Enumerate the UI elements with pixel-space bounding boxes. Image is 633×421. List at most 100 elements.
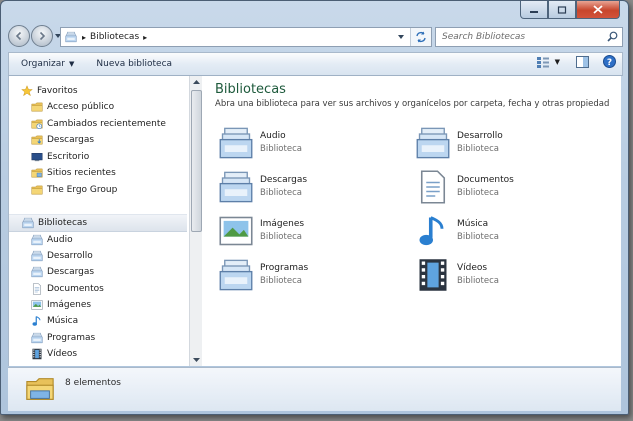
- organize-label: Organizar: [21, 59, 65, 69]
- videos-icon: [415, 257, 451, 293]
- breadcrumb-separator[interactable]: ▸: [82, 33, 86, 42]
- forward-button[interactable]: [31, 25, 53, 47]
- new-library-label: Nueva biblioteca: [96, 59, 173, 69]
- maximize-button[interactable]: [548, 1, 576, 19]
- tree-item-label: Música: [47, 316, 79, 326]
- tree-item-musica[interactable]: Música: [31, 313, 78, 329]
- explorer-window: ▸ Bibliotecas ▸ Search Bibliotecas Organ…: [0, 0, 629, 415]
- tree-item-videos[interactable]: Vídeos: [31, 346, 77, 362]
- scrollbar-thumb[interactable]: [191, 90, 202, 232]
- library-icon: [31, 234, 43, 246]
- library-icon: [218, 125, 254, 161]
- tree-item-acceso-publico[interactable]: Acceso público: [31, 99, 114, 115]
- libraries-large-icon: [23, 374, 57, 404]
- breadcrumb-separator[interactable]: ▸: [143, 33, 147, 42]
- preview-pane-icon: [576, 55, 589, 68]
- organize-button[interactable]: Organizar ▼: [21, 59, 74, 69]
- chevron-down-icon: ▼: [69, 60, 75, 68]
- library-icon: [31, 250, 43, 262]
- chevron-down-icon[interactable]: ▼: [555, 58, 560, 66]
- tree-item-audio[interactable]: Audio: [31, 232, 73, 248]
- details-pane: 8 elementos: [8, 367, 621, 411]
- navigation-scrollbar[interactable]: [189, 76, 202, 366]
- library-type: Biblioteca: [260, 276, 302, 286]
- library-tile-descargas[interactable]: Descargas Biblioteca: [218, 169, 408, 205]
- library-tile-documentos[interactable]: Documentos Biblioteca: [415, 169, 605, 205]
- library-type: Biblioteca: [260, 232, 302, 242]
- tree-item-label: The Ergo Group: [47, 185, 118, 195]
- refresh-icon: [416, 31, 426, 43]
- library-tile-audio[interactable]: Audio Biblioteca: [218, 125, 408, 161]
- content-pane: Bibliotecas Abra una biblioteca para ver…: [202, 76, 621, 366]
- library-tile-musica[interactable]: Música Biblioteca: [415, 213, 605, 249]
- close-icon: [593, 5, 603, 14]
- tree-item-desarrollo[interactable]: Desarrollo: [31, 248, 93, 264]
- tree-item-descargas[interactable]: Descargas: [31, 264, 94, 280]
- library-icon: [415, 125, 451, 161]
- library-name: Programas: [260, 263, 309, 273]
- help-icon: ?: [603, 55, 616, 68]
- downloads-folder-icon: [31, 134, 43, 146]
- tree-favorites[interactable]: Favoritos: [21, 83, 78, 99]
- library-name: Vídeos: [457, 263, 488, 273]
- minimize-icon: [530, 10, 538, 13]
- change-view-button[interactable]: ▼: [536, 56, 560, 68]
- scroll-down-button[interactable]: [190, 354, 202, 366]
- library-type: Biblioteca: [260, 188, 302, 198]
- pictures-icon: [218, 213, 254, 249]
- tree-bibliotecas[interactable]: Bibliotecas: [9, 214, 187, 232]
- tree-item-label: Audio: [47, 235, 73, 245]
- tree-item-the-ergo-group[interactable]: The Ergo Group: [31, 182, 117, 198]
- caption-buttons: [520, 1, 620, 19]
- tree-item-escritorio[interactable]: Escritorio: [31, 149, 89, 165]
- tree-item-imagenes[interactable]: Imágenes: [31, 297, 91, 313]
- library-name: Documentos: [457, 175, 514, 185]
- tree-item-label: Imágenes: [47, 300, 92, 310]
- tree-item-label: Escritorio: [47, 152, 90, 162]
- refresh-button[interactable]: [410, 28, 431, 46]
- library-tile-desarrollo[interactable]: Desarrollo Biblioteca: [415, 125, 605, 161]
- library-type: Biblioteca: [260, 144, 302, 154]
- library-icon: [31, 266, 43, 278]
- tree-item-cambiados-recientemente[interactable]: Cambiados recientemente: [31, 116, 166, 132]
- tree-item-label: Documentos: [47, 284, 104, 294]
- library-type: Biblioteca: [457, 232, 499, 242]
- tree-item-programas[interactable]: Programas: [31, 330, 95, 346]
- search-input[interactable]: Search Bibliotecas: [442, 32, 525, 42]
- library-type: Biblioteca: [457, 144, 499, 154]
- back-button[interactable]: [8, 25, 30, 47]
- address-dropdown[interactable]: [394, 28, 408, 46]
- libraries-icon: [22, 217, 34, 229]
- address-bar[interactable]: ▸ Bibliotecas ▸: [60, 27, 432, 47]
- preview-pane-button[interactable]: [576, 55, 589, 68]
- breadcrumb-bibliotecas[interactable]: Bibliotecas: [90, 32, 139, 42]
- library-name: Audio: [260, 131, 286, 141]
- close-button[interactable]: [576, 1, 620, 19]
- tree-item-label: Cambiados recientemente: [47, 119, 166, 129]
- scroll-up-button[interactable]: [190, 76, 202, 88]
- documents-icon: [415, 169, 451, 205]
- new-library-button[interactable]: Nueva biblioteca: [96, 59, 172, 69]
- item-count: 8 elementos: [65, 378, 121, 388]
- library-type: Biblioteca: [457, 188, 499, 198]
- library-tile-programas[interactable]: Programas Biblioteca: [218, 257, 408, 293]
- search-icon[interactable]: [607, 31, 618, 42]
- arrow-right-icon: [39, 31, 46, 41]
- pictures-icon: [31, 299, 43, 311]
- help-button[interactable]: ?: [603, 55, 616, 68]
- library-tile-videos[interactable]: Vídeos Biblioteca: [415, 257, 605, 293]
- view-options-icon: [536, 56, 549, 68]
- library-tile-imagenes[interactable]: Imágenes Biblioteca: [218, 213, 408, 249]
- recent-folder-icon: [31, 118, 43, 130]
- folder-icon: [31, 101, 43, 113]
- search-box[interactable]: Search Bibliotecas: [435, 27, 623, 47]
- minimize-button[interactable]: [520, 1, 548, 19]
- tree-item-documentos[interactable]: Documentos: [31, 281, 104, 297]
- tree-item-sitios-recientes[interactable]: Sitios recientes: [31, 165, 116, 181]
- tree-item-label: Descargas: [47, 267, 95, 277]
- library-name: Imágenes: [260, 219, 305, 229]
- tree-item-label: Sitios recientes: [47, 168, 116, 178]
- tree-item-descargas-fav[interactable]: Descargas: [31, 132, 94, 148]
- tree-item-label: Favoritos: [37, 86, 78, 96]
- command-bar: Organizar ▼ Nueva biblioteca ▼ ?: [8, 52, 623, 76]
